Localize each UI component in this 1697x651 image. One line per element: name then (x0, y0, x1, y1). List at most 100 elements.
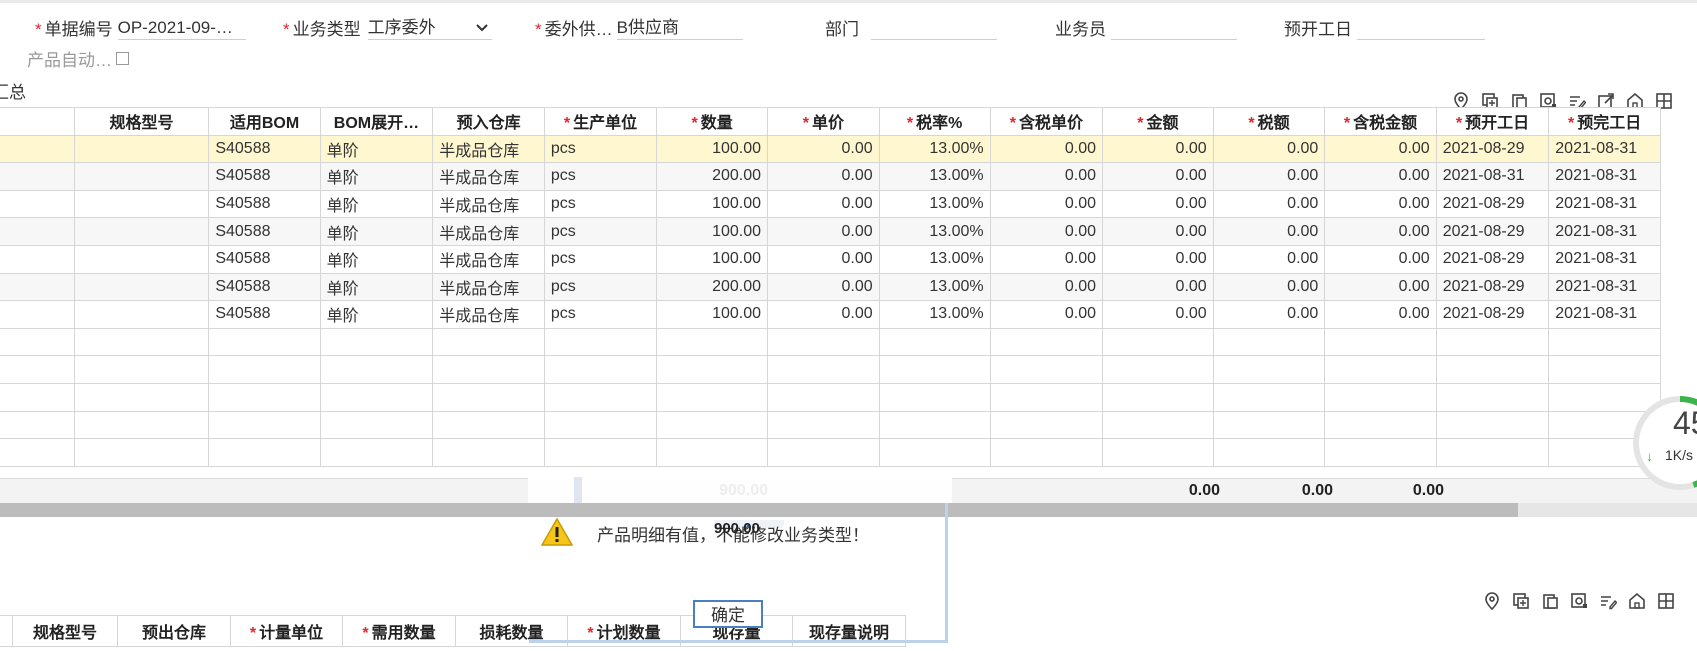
grid-header-13[interactable]: * 预开工日 (1435, 107, 1550, 136)
table-cell[interactable] (1435, 438, 1550, 467)
table-cell[interactable]: 2021-08-31 (1548, 162, 1661, 191)
table-cell[interactable]: 0.00 (1212, 189, 1326, 219)
table-cell[interactable]: 半成品仓库 (432, 189, 545, 219)
table-cell[interactable] (208, 410, 321, 440)
grid-header-7[interactable]: * 单价 (767, 107, 880, 136)
table-cell[interactable]: 0.00 (1102, 217, 1214, 246)
table-cell[interactable]: 0.00 (989, 300, 1104, 329)
table-cell[interactable]: 2021-08-31 (1548, 244, 1661, 274)
table-cell[interactable]: 2021-08-31 (1548, 134, 1661, 164)
table-cell[interactable] (319, 410, 434, 440)
table-cell[interactable]: 0.00 (1212, 244, 1326, 274)
table-row[interactable]: S40588 单阶 半成品仓库 pcs 100.00 0.00 13.00% 0.00 0.00… (0, 300, 1661, 329)
table-cell[interactable] (0, 189, 75, 219)
table-cell[interactable] (319, 382, 434, 412)
table-cell[interactable]: 13.00% (878, 272, 991, 302)
auto-product-checkbox[interactable] (116, 52, 129, 65)
table-cell[interactable]: 0.00 (1324, 272, 1437, 302)
table-cell[interactable] (208, 382, 321, 412)
table-cell[interactable] (0, 382, 75, 412)
table-cell[interactable] (543, 438, 658, 467)
start-date-input[interactable] (1357, 17, 1485, 40)
table-cell[interactable]: 半成品仓库 (432, 162, 545, 191)
table-cell[interactable]: 单阶 (319, 134, 434, 164)
settings-icon[interactable] (1570, 592, 1588, 610)
table-cell[interactable]: 0.00 (767, 300, 880, 329)
table-cell[interactable] (878, 327, 991, 357)
table-cell[interactable]: pcs (543, 244, 658, 274)
table-cell[interactable]: 0.00 (989, 134, 1104, 164)
table-cell[interactable] (1435, 327, 1550, 357)
table-cell[interactable] (73, 244, 210, 274)
table-cell[interactable] (1324, 327, 1437, 357)
table-cell[interactable] (208, 355, 321, 384)
table-cell[interactable] (432, 355, 545, 384)
table-cell[interactable] (1212, 382, 1326, 412)
grid-header-10[interactable]: * 金额 (1102, 107, 1214, 136)
table-cell[interactable] (878, 410, 991, 440)
table-cell[interactable]: 0.00 (1324, 300, 1437, 329)
table-cell[interactable]: 2021-08-29 (1435, 272, 1550, 302)
table-cell[interactable] (767, 438, 880, 467)
table-cell[interactable] (73, 272, 210, 302)
table-cell[interactable]: 单阶 (319, 244, 434, 274)
table-cell[interactable] (1212, 327, 1326, 357)
grid-header-0[interactable] (0, 107, 75, 136)
table-cell[interactable] (767, 327, 880, 357)
supplier-input[interactable]: B供应商 (616, 17, 743, 40)
table-cell[interactable] (319, 327, 434, 357)
table-row[interactable]: S40588 单阶 半成品仓库 pcs 200.00 0.00 13.00% 0.00 0.00… (0, 162, 1661, 191)
table-cell[interactable] (1324, 355, 1437, 384)
table-cell[interactable]: 2021-08-29 (1435, 300, 1550, 329)
table-cell[interactable] (767, 355, 880, 384)
table-cell[interactable]: S40588 (208, 162, 321, 191)
table-cell[interactable]: pcs (543, 134, 658, 164)
table-cell[interactable]: 半成品仓库 (432, 217, 545, 246)
table-cell[interactable] (1548, 355, 1661, 384)
table-cell[interactable]: 100.00 (656, 244, 769, 274)
scrollbar-thumb[interactable] (0, 503, 1518, 517)
salesman-input[interactable] (1111, 17, 1237, 40)
table-cell[interactable] (432, 410, 545, 440)
table-row[interactable]: S40588 单阶 半成品仓库 pcs 100.00 0.00 13.00% 0.00 0.00… (0, 189, 1661, 219)
table-cell[interactable] (208, 327, 321, 357)
table-cell[interactable]: 100.00 (656, 300, 769, 329)
dept-input[interactable] (871, 17, 997, 40)
table-cell[interactable] (1548, 327, 1661, 357)
table-cell[interactable] (1324, 382, 1437, 412)
table-cell[interactable] (543, 382, 658, 412)
batch-edit-icon[interactable] (1599, 592, 1617, 610)
grid-header-12[interactable]: * 含税金额 (1324, 107, 1437, 136)
table-cell[interactable]: S40588 (208, 244, 321, 274)
table-cell[interactable]: 0.00 (1324, 189, 1437, 219)
table-cell[interactable]: 0.00 (989, 217, 1104, 246)
table-cell[interactable] (73, 189, 210, 219)
table-cell[interactable]: 100.00 (656, 217, 769, 246)
table-cell[interactable]: 0.00 (1102, 244, 1214, 274)
table-cell[interactable]: 2021-08-31 (1548, 217, 1661, 246)
table-cell[interactable] (1212, 438, 1326, 467)
table-cell[interactable]: 0.00 (1102, 300, 1214, 329)
table-cell[interactable]: 0.00 (989, 189, 1104, 219)
paste-icon[interactable] (1541, 592, 1559, 610)
table-cell[interactable]: pcs (543, 300, 658, 329)
table-cell[interactable]: 单阶 (319, 189, 434, 219)
table-cell[interactable]: 0.00 (1102, 162, 1214, 191)
table-cell[interactable] (1102, 355, 1214, 384)
table-cell[interactable] (73, 162, 210, 191)
table-cell[interactable] (432, 382, 545, 412)
table-cell[interactable] (989, 382, 1104, 412)
table-cell[interactable]: 0.00 (767, 134, 880, 164)
table-cell[interactable]: 单阶 (319, 272, 434, 302)
grid2-header-0[interactable] (0, 615, 13, 647)
table-cell[interactable] (73, 382, 210, 412)
table-cell[interactable] (0, 355, 75, 384)
ok-button[interactable]: 确定 (693, 600, 763, 628)
table-cell[interactable] (1102, 438, 1214, 467)
table-cell[interactable]: 2021-08-29 (1435, 244, 1550, 274)
table-cell[interactable]: 0.00 (989, 162, 1104, 191)
table-cell[interactable]: 2021-08-31 (1548, 300, 1661, 329)
table-cell[interactable]: 2021-08-31 (1548, 272, 1661, 302)
table-cell[interactable] (543, 327, 658, 357)
table-cell[interactable] (656, 382, 769, 412)
